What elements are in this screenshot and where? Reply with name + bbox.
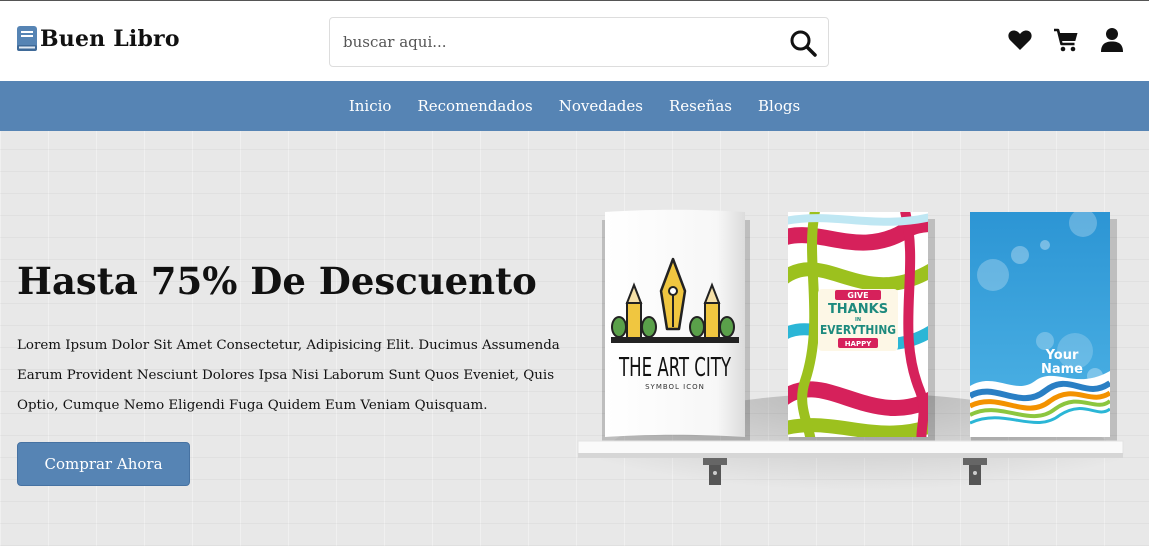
book-art-city: THE ART CITY SYMBOL ICON — [602, 209, 750, 446]
nav-item-blogs[interactable]: Blogs — [758, 97, 800, 115]
header-actions — [1007, 27, 1125, 53]
main-navigation: Inicio Recomendados Novedades Reseñas Bl… — [0, 81, 1149, 131]
cart-icon[interactable] — [1053, 27, 1079, 53]
nav-item-recomendados[interactable]: Recomendados — [417, 97, 532, 115]
hero-description: Lorem Ipsum Dolor Sit Amet Consectetur, … — [17, 338, 560, 413]
book2-line1: GIVE — [847, 291, 868, 300]
book-icon — [17, 26, 37, 51]
buy-now-button[interactable]: Comprar Ahora — [17, 442, 190, 486]
search-bar — [329, 17, 829, 67]
search-input[interactable] — [331, 19, 771, 65]
book-give-thanks: GIVE THANKS IN EVERYTHING HAPPY — [788, 212, 935, 445]
hero-banner: Hasta 75% De Descuento Lorem Ipsum Dolor… — [0, 131, 1149, 546]
user-icon[interactable] — [1099, 27, 1125, 53]
header: Buen Libro — [0, 0, 1149, 81]
brand-logo[interactable]: Buen Libro — [16, 25, 180, 52]
book2-line2: THANKS — [828, 302, 888, 317]
book-your-name: Your Name — [970, 212, 1117, 445]
nav-item-inicio[interactable]: Inicio — [349, 97, 392, 115]
book2-line5: HAPPY — [845, 340, 873, 348]
book3-line2: Name — [1041, 362, 1083, 377]
nav-item-novedades[interactable]: Novedades — [559, 97, 643, 115]
hero-title: Hasta 75% De Descuento — [17, 259, 537, 303]
search-icon[interactable] — [788, 28, 818, 58]
brand-name: Buen Libro — [40, 25, 180, 52]
bookshelf-illustration: THE ART CITY SYMBOL ICON GIVE THANKS IN — [577, 209, 1124, 533]
book3-line1: Your — [1045, 348, 1079, 363]
book1-subtitle: SYMBOL ICON — [645, 383, 705, 391]
book1-title: THE ART CITY — [618, 353, 731, 383]
nav-item-resenas[interactable]: Reseñas — [669, 97, 732, 115]
heart-icon[interactable] — [1007, 27, 1033, 53]
book2-line4: EVERYTHING — [820, 323, 896, 337]
